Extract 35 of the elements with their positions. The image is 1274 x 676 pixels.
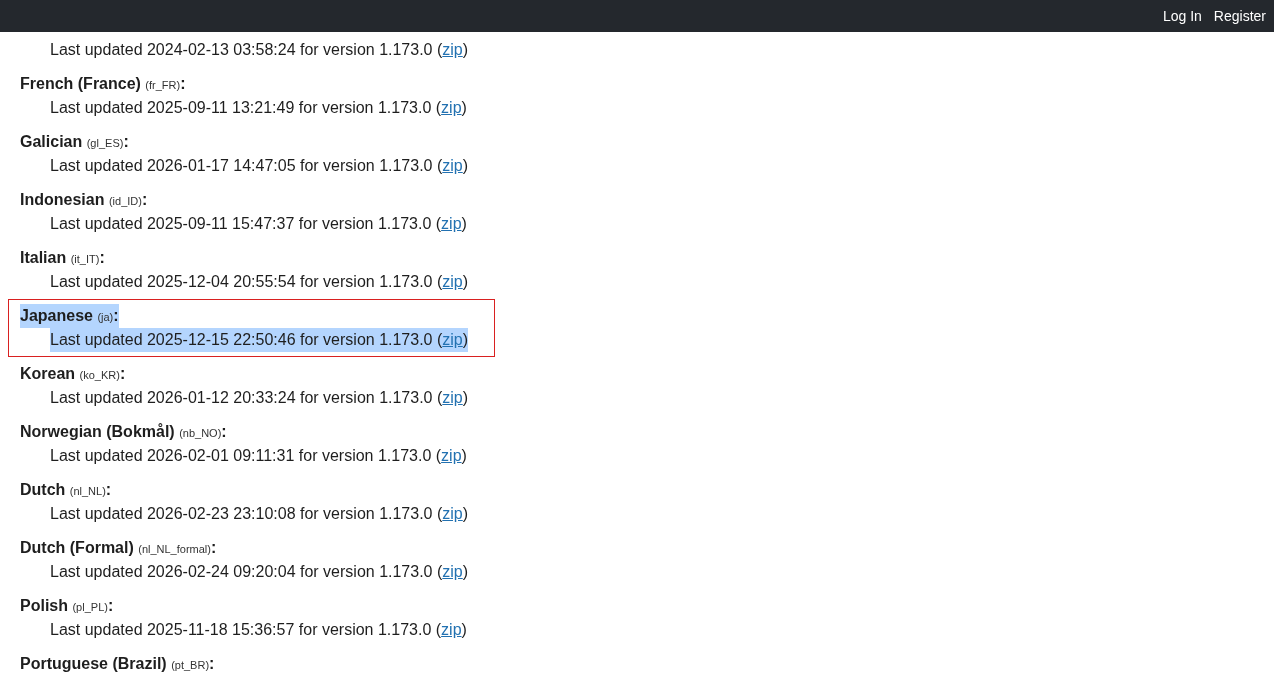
update-info: Last updated 2024-02-13 03:58:24 for version 1.173.0 (zip) xyxy=(50,40,469,60)
language-heading: Indonesian (id_ID): xyxy=(20,190,148,210)
update-info: Last updated 2026-02-01 09:11:31 for version 1.173.0 (zip) xyxy=(50,446,467,466)
zip-link[interactable]: zip xyxy=(441,621,462,638)
update-info: Last updated 2026-01-12 20:33:24 for version 1.173.0 (zip) xyxy=(50,388,469,408)
language-heading: Polish (pl_PL): xyxy=(20,596,114,616)
language-heading: Korean (ko_KR): xyxy=(20,364,126,384)
language-heading: Galician (gl_ES): xyxy=(20,132,129,152)
nav-link[interactable]: Register xyxy=(1213,5,1266,27)
zip-link[interactable]: zip xyxy=(442,41,463,58)
zip-link[interactable]: zip xyxy=(442,563,463,580)
language-heading: Italian (it_IT): xyxy=(20,248,105,268)
language-heading: Portuguese (Brazil) (pt_BR): xyxy=(20,654,215,674)
zip-link[interactable]: zip xyxy=(441,215,462,232)
language-heading: Dutch (Formal) (nl_NL_formal): xyxy=(20,538,217,558)
language-heading: Dutch (nl_NL): xyxy=(20,480,112,500)
language-heading: Japanese (ja): xyxy=(20,304,119,328)
update-info: Last updated 2025-12-15 22:50:46 for version 1.173.0 (zip) xyxy=(50,328,469,352)
zip-link[interactable]: zip xyxy=(441,447,462,464)
zip-link[interactable]: zip xyxy=(442,389,463,406)
zip-link[interactable]: zip xyxy=(442,157,463,174)
update-info: Last updated 2026-02-23 23:10:08 for version 1.173.0 (zip) xyxy=(50,504,469,524)
language-heading: French (France) (fr_FR): xyxy=(20,74,186,94)
nav-link[interactable]: Log In xyxy=(1162,5,1202,27)
update-info: Last updated 2025-12-04 20:55:54 for version 1.173.0 (zip) xyxy=(50,272,469,292)
update-info: Last updated 2025-09-11 13:21:49 for version 1.173.0 (zip) xyxy=(50,98,467,118)
update-info: Last updated 2025-09-11 15:47:37 for version 1.173.0 (zip) xyxy=(50,214,467,234)
update-info: Last updated 2026-02-24 09:20:04 for version 1.173.0 (zip) xyxy=(50,562,469,582)
zip-link[interactable]: zip xyxy=(442,273,463,290)
language-heading: Norwegian (Bokmål) (nb_NO): xyxy=(20,422,227,442)
update-info: Last updated 2026-01-17 14:47:05 for version 1.173.0 (zip) xyxy=(50,156,469,176)
zip-link[interactable]: zip xyxy=(442,505,463,522)
zip-link[interactable]: zip xyxy=(442,331,463,348)
zip-link[interactable]: zip xyxy=(441,99,462,116)
update-info: Last updated 2025-11-18 15:36:57 for version 1.173.0 (zip) xyxy=(50,620,467,640)
